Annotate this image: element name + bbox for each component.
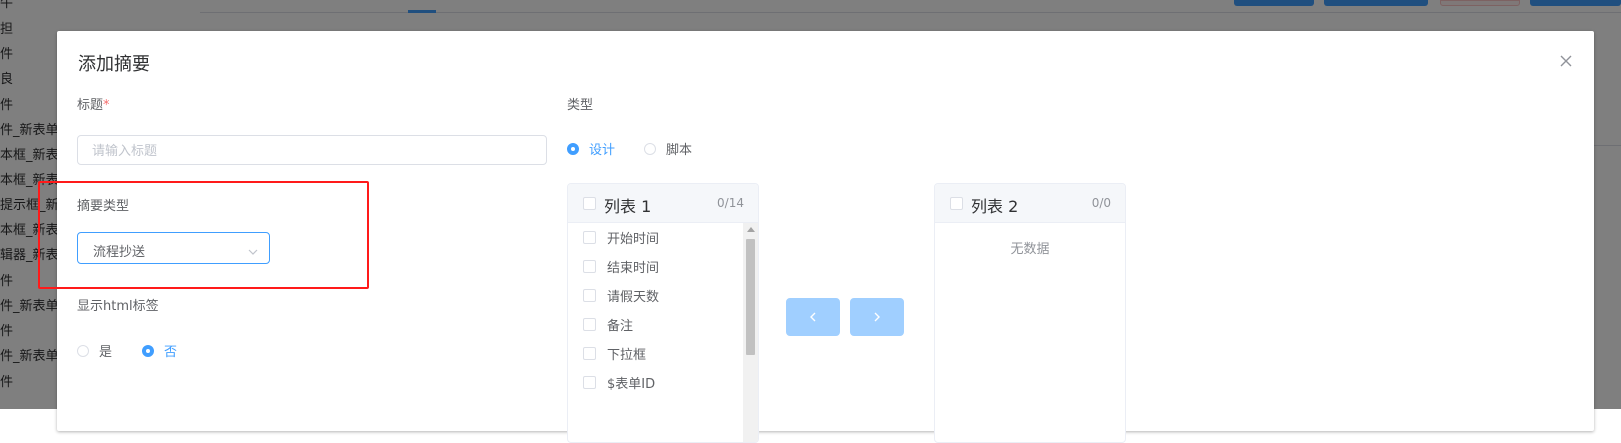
panel-count: 0/14: [717, 196, 744, 210]
item-checkbox[interactable]: [583, 231, 596, 244]
scrollbar-thumb[interactable]: [746, 239, 755, 355]
required-mark: *: [103, 98, 110, 113]
panel-header: 列表 2 0/0: [935, 184, 1125, 223]
list-item[interactable]: 开始时间: [568, 223, 743, 252]
item-label: 下拉框: [607, 348, 647, 363]
scrollbar[interactable]: [743, 223, 758, 442]
radio-dot-checked[interactable]: [142, 344, 154, 357]
item-label: 结束时间: [607, 261, 660, 276]
radio-label: 否: [164, 345, 178, 360]
type-radio-design[interactable]: 设计: [567, 139, 615, 158]
type-radio-script[interactable]: 脚本: [644, 139, 692, 158]
chevron-left-icon: [810, 312, 816, 322]
item-label: 请假天数: [607, 290, 660, 305]
html-tag-radio-yes[interactable]: 是: [77, 341, 112, 360]
list-item[interactable]: 下拉框: [568, 339, 743, 368]
select-all-checkbox[interactable]: [583, 197, 596, 210]
item-checkbox[interactable]: [583, 318, 596, 331]
transfer-panel-left: 列表 1 0/14 开始时间 结束时间 请假天数 备注 下拉框 $表单ID: [567, 183, 759, 443]
transfer-panel-right: 列表 2 0/0 无数据: [934, 183, 1126, 443]
radio-label: 设计: [589, 143, 616, 158]
panel-header: 列表 1 0/14: [568, 184, 758, 223]
panel-count: 0/0: [1091, 196, 1111, 210]
empty-text: 无数据: [1010, 242, 1050, 257]
item-label: 备注: [607, 319, 634, 334]
close-icon[interactable]: [1558, 53, 1574, 69]
move-left-button[interactable]: [786, 298, 840, 336]
list-item[interactable]: $表单ID: [568, 368, 743, 397]
radio-dot-checked[interactable]: [567, 142, 579, 155]
title-label: 标题*: [77, 94, 110, 113]
dialog-title: 添加摘要: [78, 54, 150, 75]
list-item[interactable]: 备注: [568, 310, 743, 339]
radio-label: 是: [99, 345, 113, 360]
html-tag-radio-no[interactable]: 否: [142, 341, 177, 360]
item-checkbox[interactable]: [583, 289, 596, 302]
highlight-box: [38, 181, 369, 289]
item-checkbox[interactable]: [583, 347, 596, 360]
item-checkbox[interactable]: [583, 376, 596, 389]
transfer-list: 开始时间 结束时间 请假天数 备注 下拉框 $表单ID: [568, 223, 743, 442]
title-input[interactable]: [77, 135, 547, 165]
move-right-button[interactable]: [850, 298, 904, 336]
list-item[interactable]: 结束时间: [568, 252, 743, 281]
panel-title: 列表 1: [604, 197, 652, 216]
chevron-right-icon: [874, 312, 880, 322]
title-label-text: 标题: [77, 98, 104, 113]
radio-label: 脚本: [666, 143, 693, 158]
type-label: 类型: [567, 98, 594, 113]
list-item[interactable]: 请假天数: [568, 281, 743, 310]
panel-title: 列表 2: [971, 197, 1019, 216]
radio-dot[interactable]: [644, 142, 656, 155]
radio-dot[interactable]: [77, 344, 89, 357]
show-html-tag-label: 显示html标签: [77, 299, 159, 314]
item-checkbox[interactable]: [583, 260, 596, 273]
scroll-up-arrow-icon[interactable]: [747, 227, 755, 232]
item-label: 开始时间: [607, 232, 660, 247]
select-all-checkbox[interactable]: [950, 197, 963, 210]
item-label: $表单ID: [607, 377, 656, 392]
